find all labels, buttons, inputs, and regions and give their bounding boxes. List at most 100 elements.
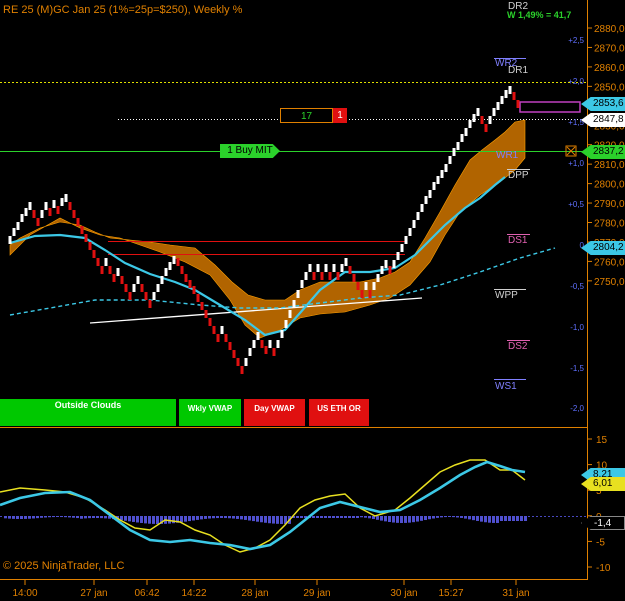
time-tick-label: 28 jan [241, 588, 268, 599]
copyright: © 2025 NinjaTrader, LLC [3, 560, 125, 572]
renko-brick [468, 120, 472, 128]
osc-hist-bar [384, 516, 387, 522]
time-tick-label: 29 jan [303, 588, 330, 599]
percent-axis: +2,5+2,0+1,5+1,0+0,50-0,5-1,0-1,5-2,0 [568, 36, 584, 413]
osc-hist-bar [244, 516, 247, 520]
renko-brick [72, 210, 76, 218]
renko-brick [48, 208, 52, 216]
renko-brick [96, 258, 100, 266]
renko-brick [420, 204, 424, 212]
renko-brick [28, 202, 32, 210]
renko-brick [328, 272, 332, 280]
osc-hist-bar [436, 516, 439, 518]
buy-mit-order[interactable]: 1 Buy MIT [220, 144, 280, 158]
osc-hist-bar [140, 516, 143, 523]
renko-brick [492, 108, 496, 116]
osc-hist-bar [228, 516, 231, 519]
renko-brick [292, 300, 296, 308]
renko-brick [68, 202, 72, 210]
price-tick-label: 2850,0 [594, 82, 625, 93]
renko-brick [12, 228, 16, 236]
wkly-vwap-button[interactable]: Wkly VWAP [179, 399, 241, 426]
chart-canvas[interactable]: 2880,02870,02860,02850,02840,02830,02820… [0, 0, 625, 601]
osc-hist-bar [404, 516, 407, 523]
percent-tick-label: -0,5 [570, 282, 584, 291]
osc-hist-bar [500, 516, 503, 521]
osc-hist-bar [448, 516, 451, 518]
renko-brick [472, 114, 476, 122]
renko-brick [100, 266, 104, 274]
osc-hist-bar [392, 516, 395, 523]
time-tick-label: 30 jan [390, 588, 417, 599]
renko-brick [464, 128, 468, 136]
renko-brick [140, 284, 144, 292]
osc-hist-bar [332, 516, 335, 518]
renko-brick [360, 290, 364, 298]
renko-brick [112, 274, 116, 282]
renko-brick [200, 302, 204, 310]
renko-brick [204, 310, 208, 318]
osc-hist-bar [268, 516, 271, 524]
renko-brick [344, 258, 348, 266]
osc-hist-bar [236, 516, 239, 519]
osc-hist-bar [504, 516, 507, 521]
renko-brick [56, 206, 60, 214]
renko-brick [300, 280, 304, 288]
time-axis: 14:00 27 jan 06:42 14:22 28 jan 29 jan 30 jan 1… [12, 580, 530, 599]
price-tick-label: 2860,0 [594, 63, 625, 74]
osc-hist-bar [516, 516, 519, 521]
osc-hist-bar [104, 516, 107, 519]
renko-brick [212, 326, 216, 334]
level-dr1: DR1 [508, 65, 528, 76]
renko-brick [32, 210, 36, 218]
renko-brick [320, 272, 324, 280]
osc-hist-bar [44, 516, 47, 518]
renko-brick [148, 300, 152, 308]
renko-brick [316, 264, 320, 272]
order-cancel-button[interactable]: 1 [333, 108, 347, 123]
osc-hist-bar [272, 516, 275, 524]
osc-hist-bar [424, 516, 427, 521]
outside-clouds-button[interactable]: Outside Clouds [0, 399, 176, 426]
renko-brick [152, 292, 156, 300]
renko-brick [424, 196, 428, 204]
renko-brick [260, 340, 264, 348]
osc-hist-bar [320, 516, 323, 518]
time-tick-label: 06:42 [134, 588, 159, 599]
osc-hist-bar [248, 516, 251, 521]
order-quantity[interactable]: 17 [280, 108, 333, 123]
weekly-pct-label: W 1,49% = 41,7 [507, 10, 571, 20]
osc-hist-bar [524, 516, 527, 521]
osc-hist-bar [56, 516, 59, 518]
osc-hist-bar [12, 516, 15, 519]
renko-brick [400, 244, 404, 252]
osc-hist-bar [80, 516, 83, 519]
osc-tick-label: -5 [596, 537, 605, 548]
percent-tick-label: +0,5 [568, 200, 584, 209]
renko-brick [508, 86, 512, 94]
osc-hist-bar [156, 516, 159, 524]
renko-brick [336, 272, 340, 280]
renko-brick [256, 332, 260, 340]
renko-brick [452, 148, 456, 156]
osc-tick-label: -10 [596, 563, 611, 574]
osc-hist-bar [376, 516, 379, 520]
osc-hist-bar [84, 516, 87, 519]
us-eth-or-button[interactable]: US ETH OR [309, 399, 369, 426]
osc-hist-bar [20, 516, 23, 519]
price-tick-label: 2810,0 [594, 160, 625, 171]
renko-brick [184, 274, 188, 282]
day-vwap-button[interactable]: Day VWAP [244, 399, 305, 426]
renko-brick [84, 234, 88, 242]
osc-hist-bar [480, 516, 483, 522]
time-tick-label: 15:27 [438, 588, 463, 599]
osc-hist-bar [220, 516, 223, 518]
osc-hist-bar [452, 516, 455, 518]
renko-brick [416, 212, 420, 220]
osc-hist-bar [252, 516, 255, 522]
percent-tick-label: -1,0 [570, 323, 584, 332]
renko-brick [304, 272, 308, 280]
renko-brick [16, 222, 20, 230]
renko-brick [332, 264, 336, 272]
osc-hist-bar [132, 516, 135, 522]
